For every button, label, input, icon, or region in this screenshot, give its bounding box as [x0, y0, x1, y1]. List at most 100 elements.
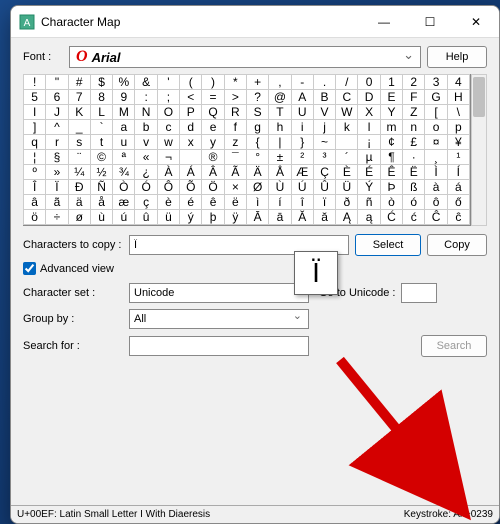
- char-cell[interactable]: Z: [402, 104, 425, 120]
- char-cell[interactable]: 1: [380, 74, 403, 90]
- char-cell[interactable]: ': [157, 74, 180, 90]
- char-cell[interactable]: ³: [313, 149, 336, 165]
- char-cell[interactable]: Ç: [313, 164, 336, 180]
- char-cell[interactable]: Ê: [380, 164, 403, 180]
- char-cell[interactable]: J: [45, 104, 68, 120]
- char-cell[interactable]: ä: [68, 194, 91, 210]
- char-cell[interactable]: R: [224, 104, 247, 120]
- char-cell[interactable]: ¡: [357, 134, 380, 150]
- char-cell[interactable]: n: [402, 119, 425, 135]
- char-cell[interactable]: u: [112, 134, 135, 150]
- char-cell[interactable]: ñ: [357, 194, 380, 210]
- char-cell[interactable]: ´: [335, 149, 358, 165]
- char-cell[interactable]: `: [90, 119, 113, 135]
- char-cell[interactable]: ¼: [68, 164, 91, 180]
- maximize-button[interactable]: ☐: [407, 6, 453, 38]
- char-cell[interactable]: O: [157, 104, 180, 120]
- char-cell[interactable]: U: [291, 104, 314, 120]
- char-cell[interactable]: M: [112, 104, 135, 120]
- char-cell[interactable]: [: [424, 104, 447, 120]
- char-cell[interactable]: þ: [201, 209, 224, 225]
- char-cell[interactable]: i: [291, 119, 314, 135]
- char-cell[interactable]: û: [134, 209, 157, 225]
- char-cell[interactable]: Î: [23, 179, 46, 195]
- char-cell[interactable]: B: [313, 89, 336, 105]
- char-cell[interactable]: 5: [23, 89, 46, 105]
- char-cell[interactable]: W: [335, 104, 358, 120]
- char-cell[interactable]: ý: [179, 209, 202, 225]
- char-cell[interactable]: Õ: [179, 179, 202, 195]
- char-cell[interactable]: !: [23, 74, 46, 90]
- char-cell[interactable]: H: [447, 89, 470, 105]
- copy-button[interactable]: Copy: [427, 234, 487, 256]
- char-cell[interactable]: L: [90, 104, 113, 120]
- char-cell[interactable]: ¾: [112, 164, 135, 180]
- char-cell[interactable]: |: [268, 134, 291, 150]
- char-cell[interactable]: ā: [268, 209, 291, 225]
- char-cell[interactable]: «: [134, 149, 157, 165]
- char-cell[interactable]: Ò: [112, 179, 135, 195]
- char-cell[interactable]: á: [447, 179, 470, 195]
- char-cell[interactable]: ¥: [447, 134, 470, 150]
- char-cell[interactable]: ¦: [23, 149, 46, 165]
- char-cell[interactable]: Ù: [268, 179, 291, 195]
- char-cell[interactable]: é: [179, 194, 202, 210]
- char-cell[interactable]: a: [112, 119, 135, 135]
- char-cell[interactable]: Ĉ: [424, 209, 447, 225]
- char-cell[interactable]: ±: [268, 149, 291, 165]
- char-cell[interactable]: Ø: [246, 179, 269, 195]
- char-cell[interactable]: ^: [45, 119, 68, 135]
- char-cell[interactable]: %: [112, 74, 135, 90]
- char-cell[interactable]: ¸: [424, 149, 447, 165]
- close-button[interactable]: ✕: [453, 6, 499, 38]
- char-cell[interactable]: m: [380, 119, 403, 135]
- char-cell[interactable]: Ð: [68, 179, 91, 195]
- char-cell[interactable]: í: [268, 194, 291, 210]
- char-cell[interactable]: ð: [335, 194, 358, 210]
- char-cell[interactable]: ç: [134, 194, 157, 210]
- char-cell[interactable]: g: [246, 119, 269, 135]
- char-cell[interactable]: P: [179, 104, 202, 120]
- char-cell[interactable]: ó: [402, 194, 425, 210]
- char-cell[interactable]: 9: [112, 89, 135, 105]
- char-cell[interactable]: C: [335, 89, 358, 105]
- char-cell[interactable]: +: [246, 74, 269, 90]
- char-cell[interactable]: Ä: [246, 164, 269, 180]
- char-cell[interactable]: h: [268, 119, 291, 135]
- select-button[interactable]: Select: [355, 234, 421, 256]
- char-cell[interactable]: #: [68, 74, 91, 90]
- char-cell[interactable]: &: [134, 74, 157, 90]
- char-cell[interactable]: ô: [424, 194, 447, 210]
- char-cell[interactable]: t: [90, 134, 113, 150]
- char-cell[interactable]: £: [402, 134, 425, 150]
- char-cell[interactable]: Å: [268, 164, 291, 180]
- char-cell[interactable]: ¢: [380, 134, 403, 150]
- char-cell[interactable]: À: [157, 164, 180, 180]
- char-cell[interactable]: D: [357, 89, 380, 105]
- char-cell[interactable]: 6: [45, 89, 68, 105]
- char-cell[interactable]: ®: [201, 149, 224, 165]
- search-input[interactable]: [129, 336, 309, 356]
- char-cell[interactable]: 4: [447, 74, 470, 90]
- char-cell[interactable]: e: [201, 119, 224, 135]
- char-cell[interactable]: Ý: [357, 179, 380, 195]
- char-cell[interactable]: ï: [313, 194, 336, 210]
- charset-select[interactable]: Unicode: [129, 283, 309, 303]
- char-cell[interactable]: y: [201, 134, 224, 150]
- char-cell[interactable]: o: [424, 119, 447, 135]
- char-cell[interactable]: ù: [90, 209, 113, 225]
- char-cell[interactable]: G: [424, 89, 447, 105]
- char-cell[interactable]: N: [134, 104, 157, 120]
- goto-input[interactable]: [401, 283, 437, 303]
- char-cell[interactable]: 0: [357, 74, 380, 90]
- char-cell[interactable]: ¿: [134, 164, 157, 180]
- char-cell[interactable]: @: [268, 89, 291, 105]
- char-cell[interactable]: [335, 134, 358, 150]
- char-cell[interactable]: ÿ: [224, 209, 247, 225]
- char-cell[interactable]: ĉ: [447, 209, 470, 225]
- char-cell[interactable]: â: [23, 194, 46, 210]
- char-cell[interactable]: ö: [23, 209, 46, 225]
- char-cell[interactable]: Ą: [335, 209, 358, 225]
- char-cell[interactable]: c: [157, 119, 180, 135]
- char-cell[interactable]: 3: [424, 74, 447, 90]
